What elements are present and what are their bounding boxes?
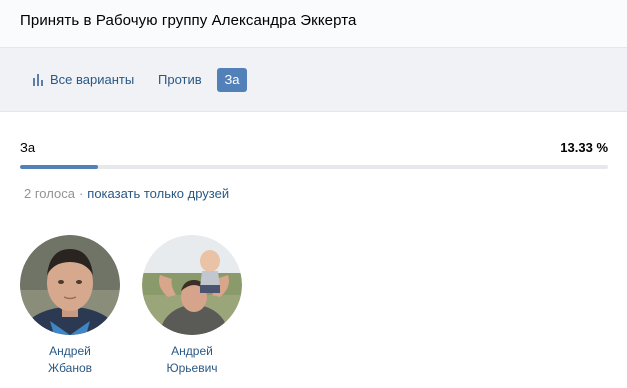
tab-against-label: Против (158, 72, 202, 87)
result-progress-bar (20, 165, 608, 169)
votes-meta: 2 голоса · показать только друзей (24, 186, 229, 201)
voter-name[interactable]: Андрей Юрьевич (142, 343, 242, 377)
meta-separator: · (78, 186, 84, 201)
voter-item[interactable]: Андрей Жбанов (20, 235, 120, 377)
avatar[interactable] (142, 235, 242, 335)
tab-for-label: За (224, 72, 240, 87)
tab-for[interactable]: За (217, 68, 247, 92)
tab-all-options[interactable]: Все варианты (33, 68, 134, 92)
result-percent: 13.33 % (560, 140, 608, 155)
show-friends-link[interactable]: показать только друзей (87, 186, 229, 201)
voter-first-name: Андрей (171, 344, 213, 358)
popup-header: Принять в Рабочую группу Александра Экке… (0, 0, 627, 48)
bar-chart-icon (33, 74, 43, 86)
tabs-bar: Все варианты Против За (0, 48, 627, 112)
voter-first-name: Андрей (49, 344, 91, 358)
voter-name[interactable]: Андрей Жбанов (20, 343, 120, 377)
tab-all-options-label: Все варианты (50, 72, 135, 87)
tab-against[interactable]: Против (158, 68, 202, 92)
votes-count: 2 голоса (24, 186, 75, 201)
voter-last-name: Жбанов (47, 361, 93, 375)
result-row: За 13.33 % (20, 140, 608, 156)
voter-last-name: Юрьевич (166, 361, 218, 375)
voter-item[interactable]: Андрей Юрьевич (142, 235, 242, 377)
result-option-label: За (20, 140, 36, 155)
avatar[interactable] (20, 235, 120, 335)
result-progress-fill (20, 165, 99, 169)
page-title: Принять в Рабочую группу Александра Экке… (20, 12, 357, 29)
